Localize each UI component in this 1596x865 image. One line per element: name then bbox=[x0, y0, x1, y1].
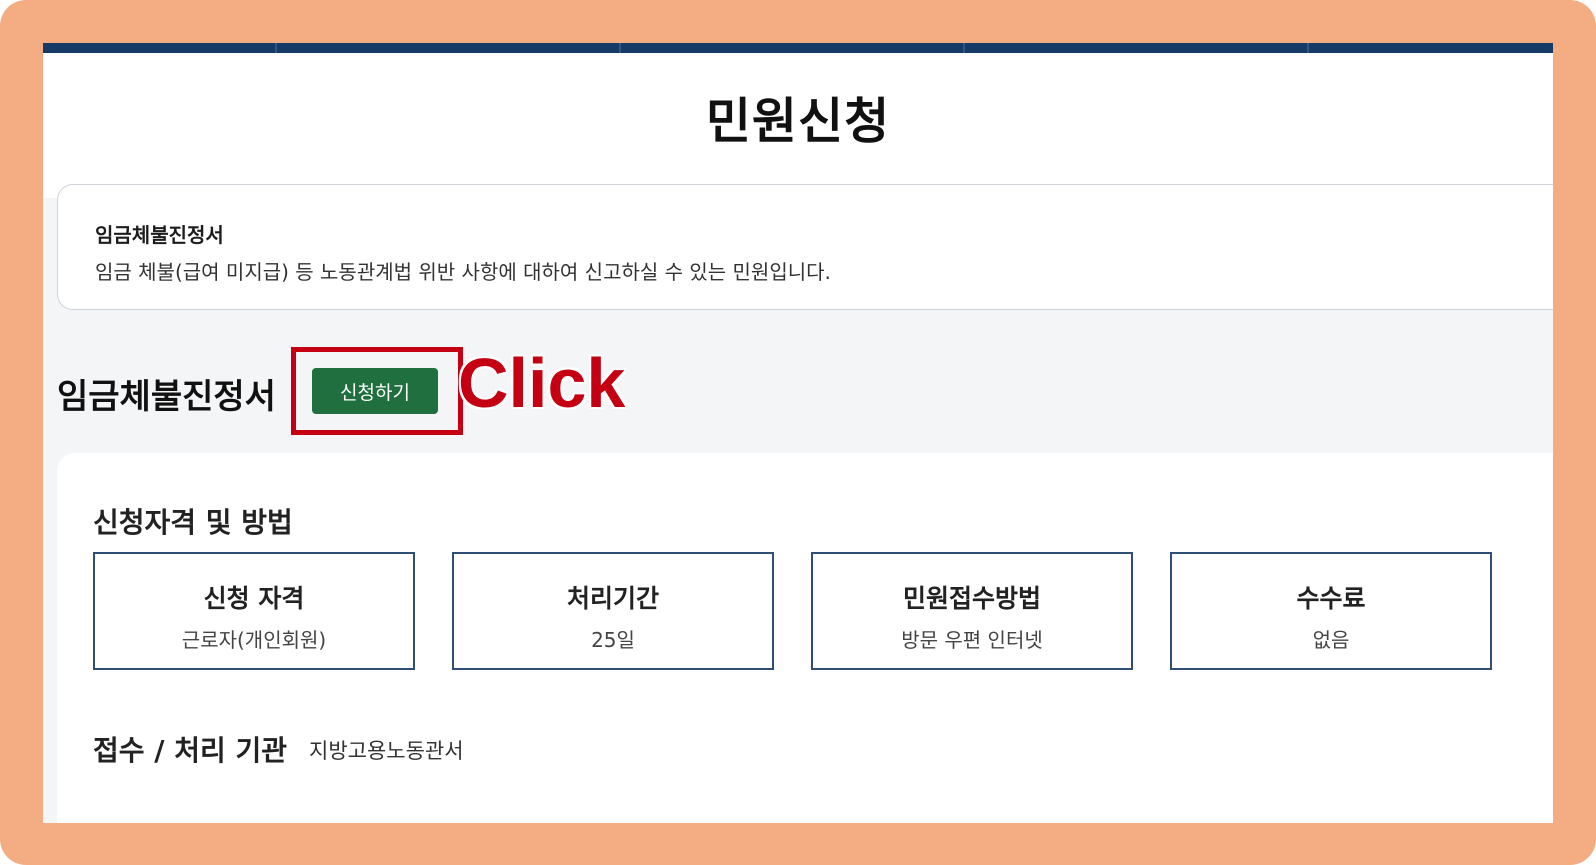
click-highlight-box bbox=[291, 347, 463, 435]
fee-value: 없음 bbox=[1312, 628, 1350, 652]
page-title: 민원신청 bbox=[705, 93, 891, 150]
nav-divider bbox=[619, 43, 621, 53]
top-navigation-bar bbox=[43, 43, 1553, 53]
browser-viewport: 민원신청 임금체불진정서 임금 체불(급여 미지급) 등 노동관계법 위반 사항… bbox=[43, 43, 1553, 823]
summary-description: 임금 체불(급여 미지급) 등 노동관계법 위반 사항에 대하여 신고하실 수 … bbox=[95, 260, 831, 284]
application-title: 임금체불진정서 bbox=[57, 377, 276, 417]
eligibility-card: 신청 자격 근로자(개인회원) bbox=[93, 552, 415, 670]
submission-method-value: 방문 우편 인터넷 bbox=[901, 628, 1043, 652]
processing-period-card: 처리기간 25일 bbox=[452, 552, 774, 670]
nav-divider bbox=[275, 43, 277, 53]
agency-label: 접수 / 처리 기관 bbox=[93, 734, 288, 767]
fee-label: 수수료 bbox=[1296, 584, 1366, 613]
summary-title: 임금체불진정서 bbox=[95, 223, 224, 247]
nav-divider bbox=[1307, 43, 1309, 53]
submission-method-label: 민원접수방법 bbox=[902, 584, 1041, 613]
nav-divider bbox=[963, 43, 965, 53]
eligibility-label: 신청 자격 bbox=[203, 584, 305, 613]
submission-method-card: 민원접수방법 방문 우편 인터넷 bbox=[811, 552, 1133, 670]
processing-period-value: 25일 bbox=[591, 628, 635, 652]
click-annotation: Click bbox=[458, 344, 626, 422]
fee-card: 수수료 없음 bbox=[1170, 552, 1492, 670]
page-header: 민원신청 bbox=[43, 53, 1553, 198]
screenshot-frame: 민원신청 임금체불진정서 임금 체불(급여 미지급) 등 노동관계법 위반 사항… bbox=[0, 0, 1596, 865]
agency-value: 지방고용노동관서 bbox=[309, 739, 464, 763]
processing-period-label: 처리기간 bbox=[566, 584, 659, 613]
section-heading: 신청자격 및 방법 bbox=[93, 506, 293, 539]
details-panel: 신청자격 및 방법 신청 자격 근로자(개인회원) 처리기간 25일 민원접수방… bbox=[57, 453, 1553, 823]
summary-card: 임금체불진정서 임금 체불(급여 미지급) 등 노동관계법 위반 사항에 대하여… bbox=[57, 184, 1553, 310]
eligibility-value: 근로자(개인회원) bbox=[181, 628, 327, 652]
